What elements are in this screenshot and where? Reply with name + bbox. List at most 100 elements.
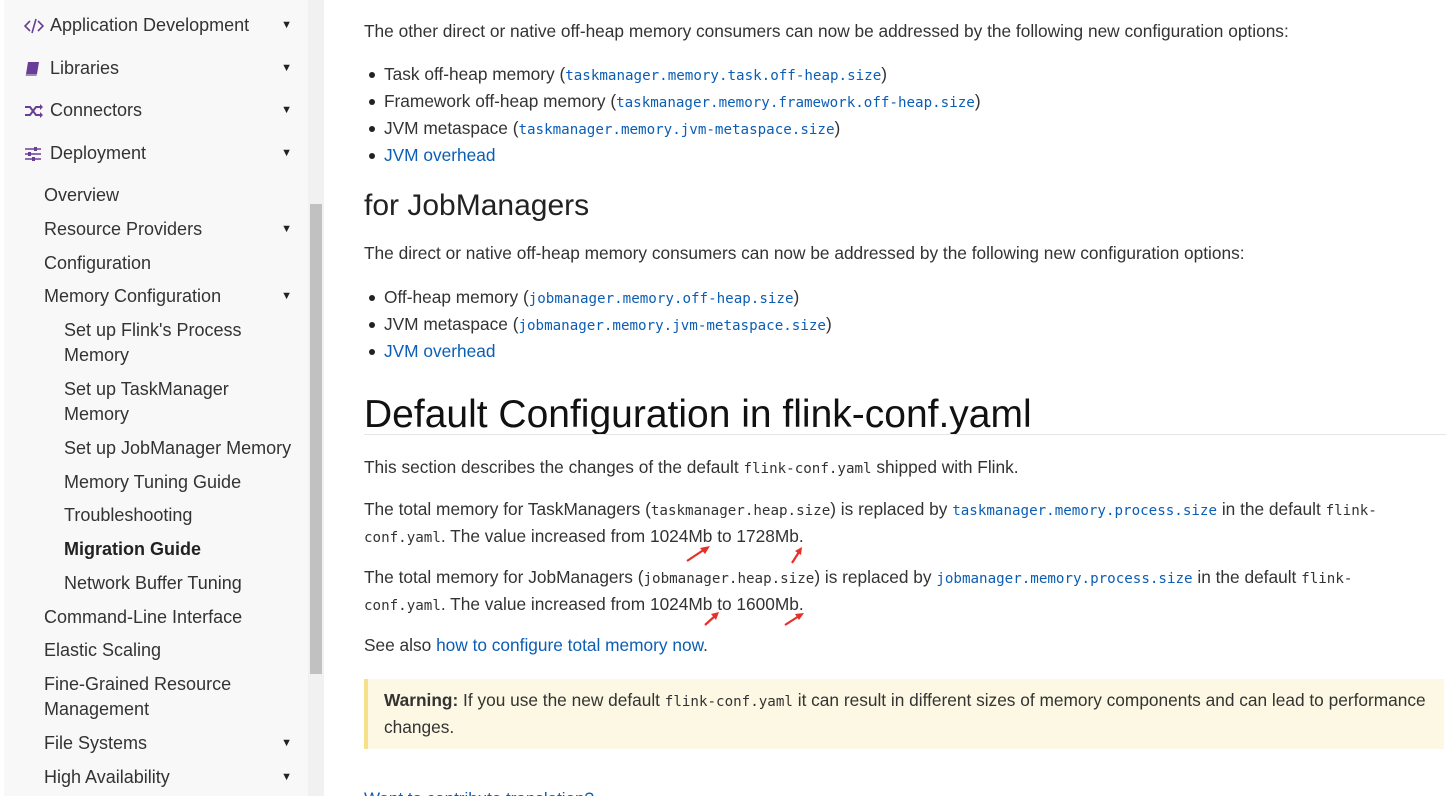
- sidebar-item-connectors[interactable]: Connectors ▼: [24, 98, 294, 123]
- default-config-description: This section describes the changes of th…: [364, 455, 1019, 482]
- sidebar-item-jobmanager-memory[interactable]: Set up JobManager Memory: [64, 436, 294, 461]
- sidebar-item-label: Troubleshooting: [64, 505, 193, 525]
- inline-code: flink-: [1301, 571, 1353, 587]
- inline-code: conf.yaml: [364, 530, 441, 546]
- shuffle-icon: [24, 103, 50, 119]
- sliders-icon: [24, 146, 50, 162]
- list-item: JVM overhead: [369, 339, 832, 364]
- see-also-paragraph: See also how to configure total memory n…: [364, 633, 708, 658]
- list-item: Framework off-heap memory (taskmanager.m…: [369, 89, 981, 116]
- sidebar-item-high-availability[interactable]: High Availability ▼: [44, 765, 294, 790]
- sidebar-item-label: Set up Flink's Process Memory: [64, 320, 242, 365]
- sidebar-item-label: Memory Tuning Guide: [64, 472, 242, 492]
- sidebar-nav: Application Development ▼ Libraries ▼ Co…: [4, 0, 308, 796]
- sidebar-item-label: Configuration: [44, 253, 152, 273]
- sidebar-item-label: Fine-Grained Resource Management: [44, 674, 232, 719]
- text-segment: in the default: [1192, 567, 1302, 587]
- config-key-link[interactable]: taskmanager.memory.task.off-heap.size: [565, 68, 881, 84]
- jvm-overhead-link[interactable]: JVM overhead: [384, 341, 495, 361]
- sidebar-item-command-line-interface[interactable]: Command-Line Interface: [44, 605, 294, 630]
- sidebar-item-overview[interactable]: Overview: [44, 183, 294, 208]
- sidebar-item-memory-tuning-guide[interactable]: Memory Tuning Guide: [64, 470, 294, 495]
- caret-down-icon[interactable]: ▼: [281, 56, 292, 81]
- tm-options-list: Task off-heap memory (taskmanager.memory…: [369, 62, 981, 168]
- annotation-arrow-icon: [704, 612, 719, 626]
- caret-down-icon[interactable]: ▼: [281, 98, 292, 123]
- inline-code: flink-conf.yaml: [664, 694, 793, 710]
- sidebar-item-label: Application Development: [50, 15, 250, 35]
- sidebar-item-label: Connectors: [50, 100, 143, 120]
- sidebar-item-label: Migration Guide: [64, 539, 201, 559]
- sidebar-item-application-development[interactable]: Application Development ▼: [24, 13, 294, 38]
- contribute-translation-link[interactable]: Want to contribute translation?: [364, 786, 594, 796]
- sidebar-item-flink-process-memory[interactable]: Set up Flink's Process Memory: [64, 318, 294, 368]
- caret-down-icon[interactable]: ▼: [281, 731, 292, 756]
- jm-total-memory-paragraph: The total memory for JobManagers (jobman…: [364, 565, 1434, 619]
- list-item: JVM metaspace (taskmanager.memory.jvm-me…: [369, 116, 981, 143]
- tm-total-memory-paragraph: The total memory for TaskManagers ( taskm…: [364, 497, 1434, 551]
- config-key-link[interactable]: taskmanager.memory.jvm-metaspace.size: [518, 122, 834, 138]
- caret-down-icon[interactable]: ▼: [281, 141, 292, 166]
- sidebar-item-migration-guide[interactable]: Migration Guide: [64, 537, 294, 562]
- text-segment: in the default: [1217, 499, 1326, 519]
- jm-options-list: Off-heap memory (jobmanager.memory.off-h…: [369, 285, 832, 364]
- list-item: JVM metaspace (jobmanager.memory.jvm-met…: [369, 312, 832, 339]
- config-key-link[interactable]: jobmanager.memory.jvm-metaspace.size: [518, 318, 826, 334]
- annotation-arrow-icon: [686, 546, 710, 562]
- sidebar-item-configuration[interactable]: Configuration: [44, 251, 294, 276]
- sidebar-item-troubleshooting[interactable]: Troubleshooting: [64, 503, 294, 528]
- config-key-link[interactable]: jobmanager.memory.process.size: [936, 571, 1192, 587]
- text-segment: .: [703, 635, 708, 655]
- jvm-overhead-link[interactable]: JVM overhead: [384, 145, 495, 165]
- config-key-link[interactable]: taskmanager.memory.framework.off-heap.si…: [616, 95, 975, 111]
- option-label: Framework off-heap memory: [384, 91, 606, 111]
- sidebar-item-file-systems[interactable]: File Systems ▼: [44, 731, 294, 756]
- text-segment: This section describes the changes of th…: [364, 457, 744, 477]
- sidebar-item-label: Deployment: [50, 143, 147, 163]
- sidebar-item-label: Command-Line Interface: [44, 607, 243, 627]
- inline-code: flink-: [1325, 503, 1377, 519]
- option-label: Task off-heap memory: [384, 64, 555, 84]
- caret-down-icon[interactable]: ▼: [281, 217, 292, 242]
- sidebar-item-elastic-scaling[interactable]: Elastic Scaling: [44, 638, 294, 663]
- sidebar-item-fine-grained-resource-management[interactable]: Fine-Grained Resource Management: [44, 672, 294, 722]
- sidebar-item-deployment[interactable]: Deployment ▼: [24, 141, 294, 166]
- caret-down-icon[interactable]: ▼: [281, 13, 292, 38]
- sidebar-item-label: Network Buffer Tuning: [64, 573, 242, 593]
- text-segment: . The value increased from 1024Mb to 172…: [440, 526, 804, 546]
- text-segment: ) is replaced by: [814, 567, 937, 587]
- annotation-arrow-icon: [784, 613, 804, 626]
- sidebar-item-resource-providers[interactable]: Resource Providers ▼: [44, 217, 294, 242]
- config-key-link[interactable]: taskmanager.memory.process.size: [952, 503, 1217, 519]
- text-segment: The total memory for TaskManagers (: [364, 499, 651, 519]
- sidebar-item-label: File Systems: [44, 733, 148, 753]
- heading-divider: [364, 434, 1446, 435]
- sidebar-scrollbar-thumb[interactable]: [310, 204, 322, 674]
- sidebar-item-label: High Availability: [44, 767, 170, 787]
- sidebar-item-label: Set up JobManager Memory: [64, 438, 292, 458]
- jobmanagers-heading: for JobManagers: [364, 189, 590, 222]
- sidebar-item-memory-configuration[interactable]: Memory Configuration ▼: [44, 284, 294, 309]
- list-item: JVM overhead: [369, 143, 981, 168]
- text-segment: . The value increased from 1024Mb to 160…: [440, 594, 804, 614]
- text-segment: ) is replaced by: [830, 499, 953, 519]
- config-key-link[interactable]: jobmanager.memory.off-heap.size: [529, 291, 794, 307]
- configure-total-memory-link[interactable]: how to configure total memory now: [436, 635, 703, 655]
- text-segment: shipped with Flink.: [871, 457, 1019, 477]
- text-segment: The total memory for JobManagers (: [364, 567, 644, 587]
- annotation-arrow-icon: [791, 547, 802, 564]
- sidebar-item-libraries[interactable]: Libraries ▼: [24, 56, 294, 81]
- list-item: Off-heap memory (jobmanager.memory.off-h…: [369, 285, 832, 312]
- caret-down-icon[interactable]: ▼: [281, 284, 292, 309]
- option-label: Off-heap memory: [384, 287, 519, 307]
- sidebar-item-label: Memory Configuration: [44, 286, 222, 306]
- warning-callout: Warning: If you use the new default flin…: [364, 679, 1444, 749]
- sidebar-item-label: Set up TaskManager Memory: [64, 379, 229, 424]
- sidebar-item-network-buffer-tuning[interactable]: Network Buffer Tuning: [64, 571, 294, 596]
- option-label: JVM metaspace: [384, 118, 508, 138]
- sidebar-item-taskmanager-memory[interactable]: Set up TaskManager Memory: [64, 377, 294, 427]
- inline-code: jobmanager.heap.size: [643, 571, 815, 587]
- tm-intro-paragraph: The other direct or native off-heap memo…: [364, 21, 1289, 41]
- option-label: JVM metaspace: [384, 314, 508, 334]
- caret-down-icon[interactable]: ▼: [281, 765, 292, 790]
